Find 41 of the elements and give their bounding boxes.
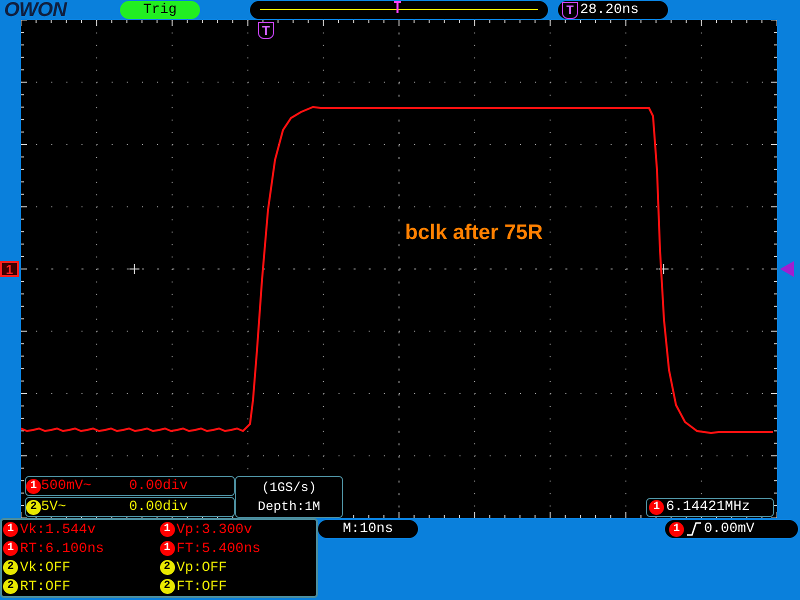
channel-level-marker: 1 [0, 261, 19, 277]
channel-number-badge: 2 [26, 500, 41, 514]
crosshair-icon [658, 264, 670, 274]
channel-number-badge: 2 [3, 579, 18, 594]
measurement-value: RT:6.100ns [20, 540, 104, 558]
measurement-value: Vp:OFF [176, 558, 227, 576]
measurement-value: FT:OFF [176, 578, 227, 596]
channel-offset: 0.00div [129, 498, 188, 516]
trigger-level: 0.00mV [704, 520, 754, 538]
channel-number-badge: 1 [669, 522, 684, 536]
channel-number-badge: 1 [3, 522, 18, 537]
rising-edge-icon [687, 522, 701, 536]
channel-number-badge: 2 [3, 560, 18, 575]
measurement-value: Vk:1.544v [20, 520, 96, 538]
channel-number-badge: 2 [160, 560, 174, 575]
channel-number-badge: 2 [160, 579, 174, 594]
channel-number-badge: 1 [649, 500, 664, 515]
trigger-marker-icon: T [562, 2, 578, 18]
channel-scale: 500mV~ [41, 476, 92, 496]
channel-offset: 0.00div [129, 476, 188, 496]
frequency-value: 6.14421MHz [666, 498, 750, 517]
trigger-marker-icon: T [258, 22, 274, 39]
channel-number-badge: 1 [3, 541, 18, 556]
channel-number-badge: 1 [160, 541, 174, 556]
memory-depth: Depth:1M [258, 498, 320, 516]
trigger-position-marker-icon [394, 1, 401, 13]
measurement-value: FT:5.400ns [176, 540, 261, 558]
measurement-value: Vp:3.300v [176, 520, 252, 538]
crosshair-icon [128, 264, 140, 274]
measurement-value: RT:OFF [20, 578, 70, 596]
trigger-level-arrow-icon [780, 261, 794, 277]
sample-rate: (1GS/s) [262, 479, 316, 497]
brand-logo: OWON [4, 0, 68, 20]
channel-scale: 5V~ [41, 498, 68, 516]
trigger-time: 28.20ns [580, 0, 639, 20]
timebase-readout: M:10ns [318, 520, 418, 538]
channel-number-badge: 1 [26, 478, 41, 494]
annotation-text: bclk after 75R [405, 220, 543, 246]
trigger-status: Trig [120, 1, 200, 19]
channel-number-badge: 1 [160, 522, 174, 537]
measurement-value: Vk:OFF [20, 558, 70, 576]
